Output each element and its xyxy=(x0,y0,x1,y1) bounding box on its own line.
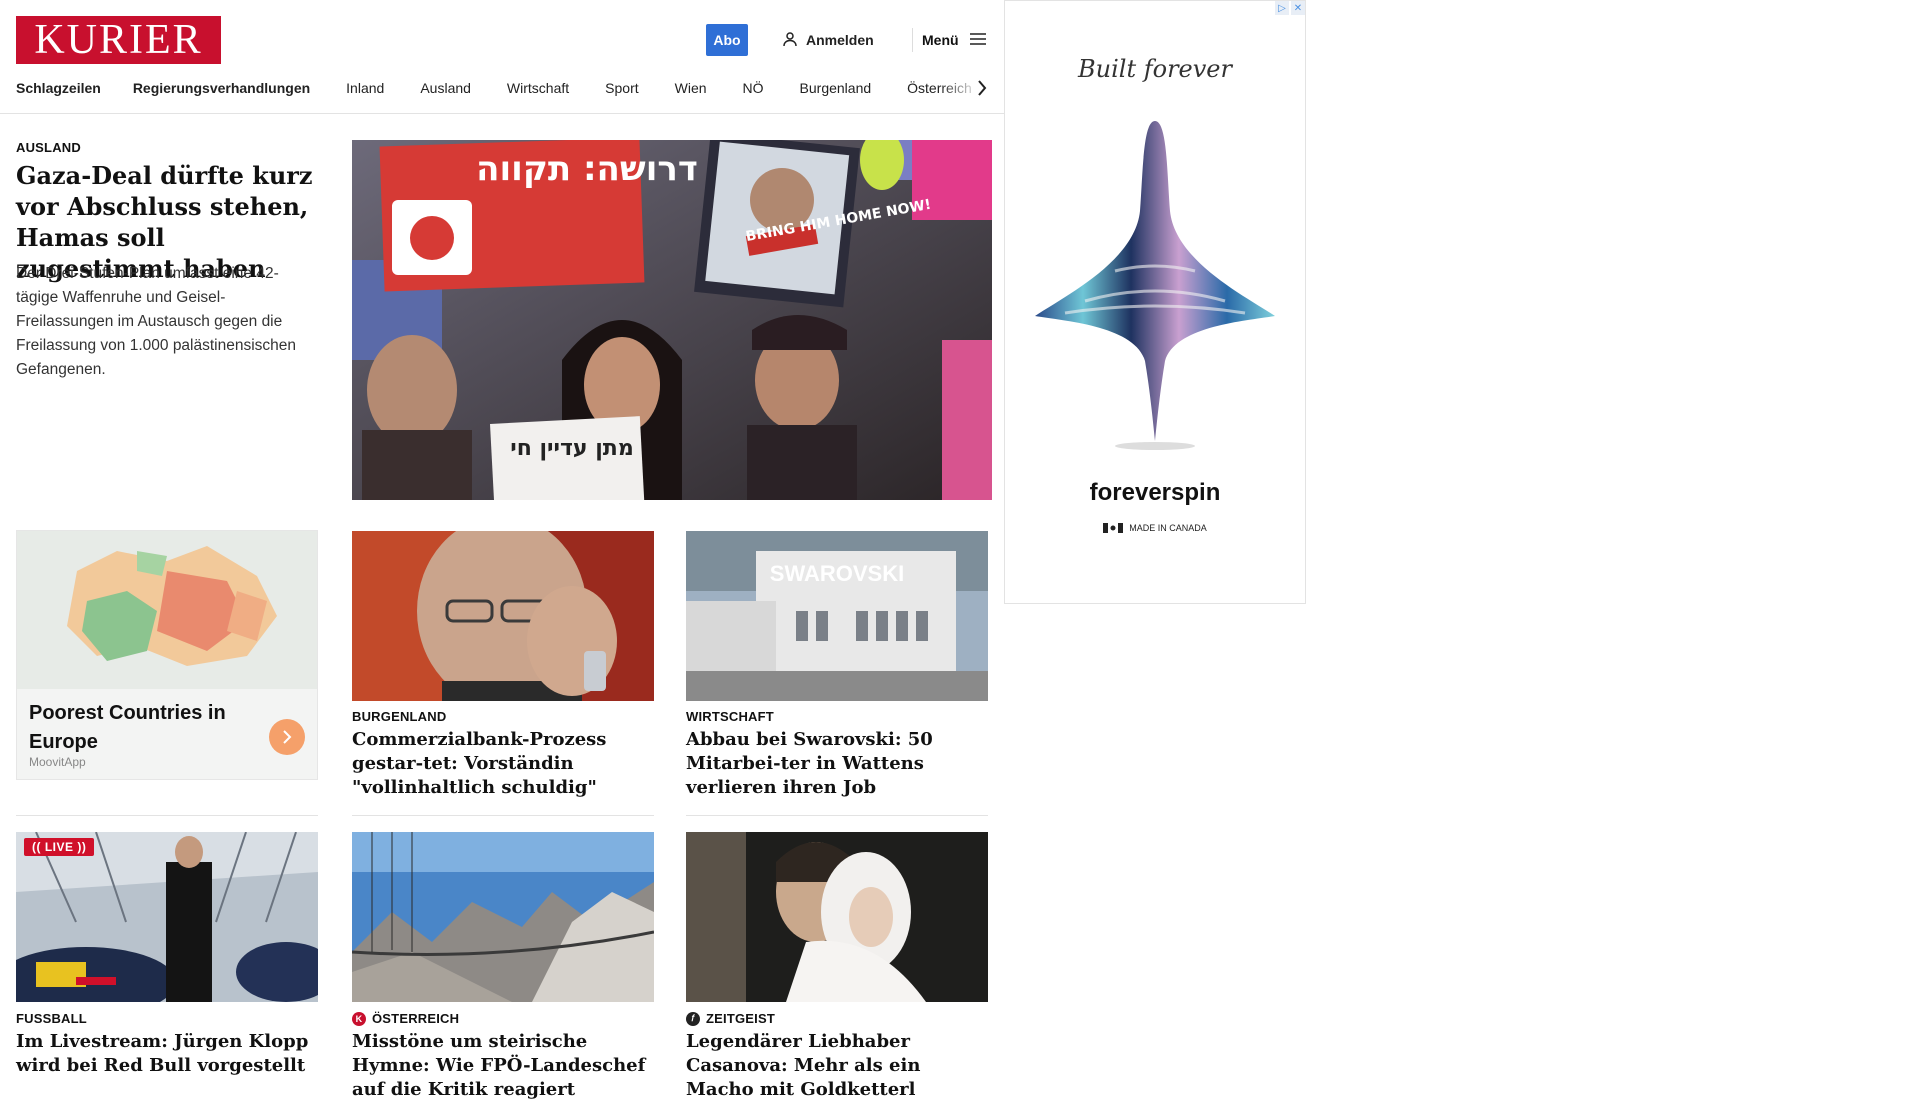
article-image-steiermark[interactable] xyxy=(352,832,654,1002)
article-headline[interactable]: Legendärer Liebhaber Casanova: Mehr als … xyxy=(686,1030,988,1102)
nav-item-noe[interactable]: NÖ xyxy=(743,80,764,96)
adchoices-icon[interactable]: ▷ xyxy=(1275,1,1289,15)
article-image-swarovski[interactable]: SWAROVSKI xyxy=(686,531,988,701)
article-image-commerzialbank[interactable] xyxy=(352,531,654,701)
article-headline[interactable]: Commerzialbank-Prozess gestar-tet: Vorst… xyxy=(352,728,654,800)
svg-text:SWAROVSKI: SWAROVSKI xyxy=(770,561,904,586)
puppet-photo xyxy=(686,832,988,1002)
ad-brand: foreverspin xyxy=(1089,479,1221,506)
hangar-photo xyxy=(16,832,318,1002)
svg-text:מתן עדיין חי: מתן עדיין חי xyxy=(510,436,634,461)
login-button[interactable]: Anmelden xyxy=(782,28,874,52)
nav-item-schlagzeilen[interactable]: Schlagzeilen xyxy=(16,80,101,96)
ad-tagline: Built forever xyxy=(1078,55,1232,83)
nav-item-burgenland[interactable]: Burgenland xyxy=(800,80,872,96)
nav-item-ausland[interactable]: Ausland xyxy=(420,80,471,96)
article-kicker-oesterreich[interactable]: K ÖSTERREICH xyxy=(352,1011,459,1026)
article-kicker[interactable]: WIRTSCHAFT xyxy=(686,709,774,724)
ad-origin: MADE IN CANADA xyxy=(1005,523,1305,533)
article-kicker[interactable]: FUSSBALL xyxy=(16,1011,87,1026)
section-nav: Schlagzeilen Regierungsverhandlungen Inl… xyxy=(16,76,996,100)
abo-button[interactable]: Abo xyxy=(706,24,748,56)
article-headline[interactable]: Im Livestream: Jürgen Klopp wird bei Red… xyxy=(16,1030,318,1078)
portrait-photo xyxy=(352,531,654,701)
header-divider xyxy=(912,28,913,52)
kurier-logo[interactable]: KURIER xyxy=(16,16,221,64)
nav-item-wien[interactable]: Wien xyxy=(675,80,707,96)
lead-teaser: Der Drei-Stufen-Plan umfasst eine 42-täg… xyxy=(16,265,297,378)
chevron-right-icon xyxy=(283,730,292,744)
ad-choices[interactable]: ▷ ✕ xyxy=(1275,1,1305,15)
sponsored-card[interactable]: ▷ ✕ Poorest Countries in Europe MoovitAp… xyxy=(16,530,318,780)
article-divider xyxy=(16,815,318,816)
nav-item-sport[interactable]: Sport xyxy=(605,80,638,96)
article-headline[interactable]: Abbau bei Swarovski: 50 Mitarbei-ter in … xyxy=(686,728,988,800)
origin-label: MADE IN CANADA xyxy=(1129,523,1207,533)
canada-flag-icon xyxy=(1103,523,1124,533)
nav-item-inland[interactable]: Inland xyxy=(346,80,384,96)
zeitgeist-icon: 𝑓 xyxy=(686,1011,700,1026)
header-bottom-line xyxy=(0,113,1006,114)
article-divider xyxy=(686,815,988,816)
building-photo: SWAROVSKI xyxy=(686,531,988,701)
nav-item-wirtschaft[interactable]: Wirtschaft xyxy=(507,80,569,96)
login-label: Anmelden xyxy=(806,32,874,48)
kurier-plus-icon: K xyxy=(352,1011,366,1026)
article-image-klopp[interactable] xyxy=(16,832,318,1002)
hamburger-icon xyxy=(969,32,987,49)
protest-photo: דרושה: תקווה BRING HIM HOME NOW! מתן עדי… xyxy=(352,140,992,500)
nav-item-regierungsverhandlungen[interactable]: Regierungsverhandlungen xyxy=(133,80,310,96)
article-headline[interactable]: Misstöne um steirische Hymne: Wie FPÖ-La… xyxy=(352,1030,654,1102)
user-icon xyxy=(782,31,798,50)
kicker-label: ÖSTERREICH xyxy=(372,1011,460,1026)
map-image xyxy=(17,531,317,689)
menu-label: Menü xyxy=(922,32,959,48)
nav-scroll-right-button[interactable] xyxy=(970,76,994,100)
spinning-top-image xyxy=(1025,111,1285,451)
kicker-label: ZEITGEIST xyxy=(706,1011,775,1026)
chevron-right-icon xyxy=(978,80,987,96)
svg-text:דרושה: תקווה: דרושה: תקווה xyxy=(476,149,698,189)
lead-image[interactable]: דרושה: תקווה BRING HIM HOME NOW! מתן עדי… xyxy=(352,140,992,500)
ad-title[interactable]: Poorest Countries in Europe xyxy=(29,699,259,757)
mountain-bridge-photo xyxy=(352,832,654,1002)
article-kicker[interactable]: BURGENLAND xyxy=(352,709,446,724)
article-image-casanova[interactable] xyxy=(686,832,988,1002)
ad-source: MoovitApp xyxy=(29,755,86,769)
article-kicker-zeitgeist[interactable]: 𝑓 ZEITGEIST xyxy=(686,1011,775,1026)
article-divider xyxy=(352,815,654,816)
live-badge: (( LIVE )) xyxy=(24,838,95,856)
lead-kicker[interactable]: AUSLAND xyxy=(16,140,81,155)
side-advertisement[interactable]: ▷ ✕ Built forever foreverspin MADE IN CA… xyxy=(1004,0,1306,604)
ad-cta-button[interactable] xyxy=(269,719,305,755)
close-icon[interactable]: ✕ xyxy=(1291,1,1305,15)
menu-button[interactable]: Menü xyxy=(922,28,987,52)
